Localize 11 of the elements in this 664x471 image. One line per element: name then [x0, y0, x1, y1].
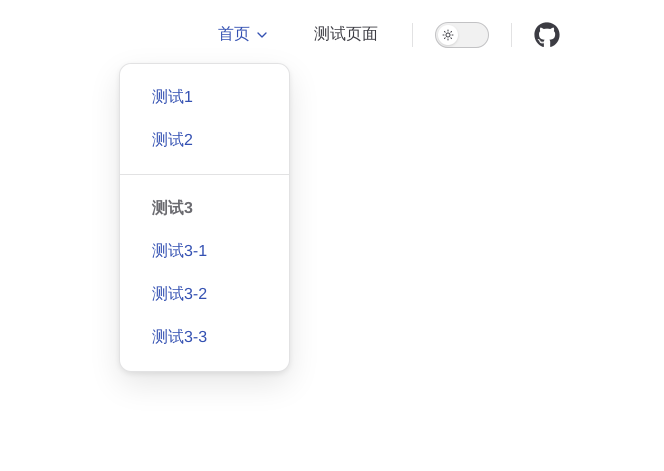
sun-icon — [442, 29, 454, 41]
github-icon[interactable] — [534, 22, 560, 48]
menu-item[interactable]: 测试3-1 — [120, 230, 289, 273]
menu-item[interactable]: 测试2 — [120, 119, 289, 162]
group-title: 测试3 — [151, 198, 194, 218]
nav-dropdown[interactable]: 首页 — [206, 23, 282, 47]
nav-link[interactable]: 测试页面 — [302, 23, 390, 47]
menu-item[interactable]: 测试1 — [120, 76, 289, 119]
menu-item[interactable]: 测试3-3 — [120, 316, 289, 359]
appearance-toggle[interactable] — [435, 22, 489, 48]
menu-item[interactable]: 测试3-2 — [120, 273, 289, 316]
